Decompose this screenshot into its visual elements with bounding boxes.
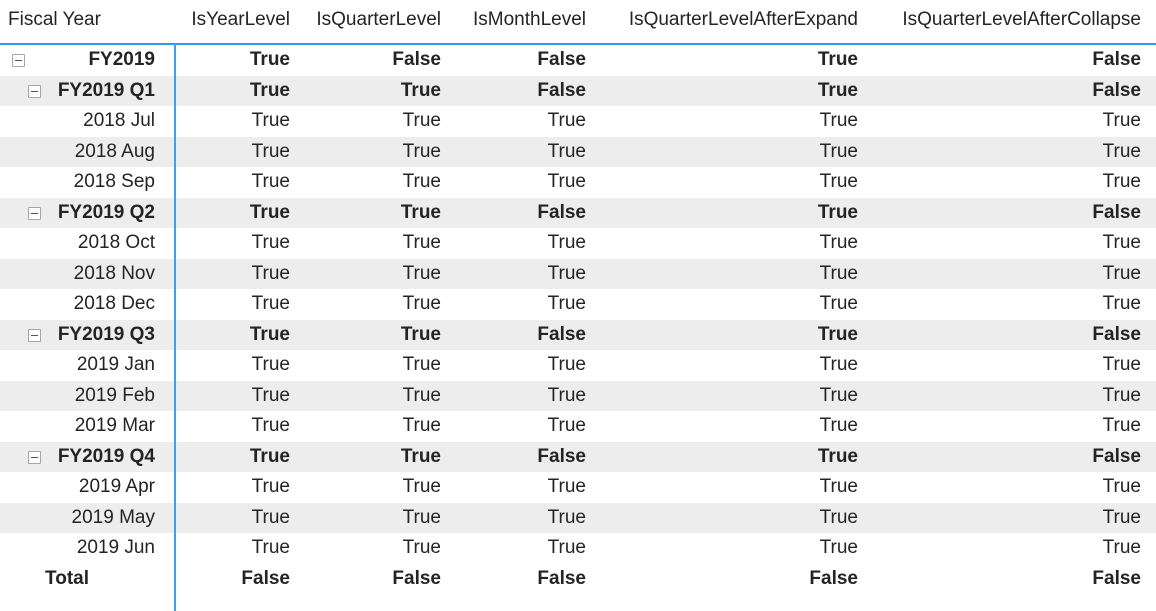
matrix-visual: Fiscal YearIsYearLevelIsQuarterLevelIsMo… bbox=[0, 0, 1156, 611]
cell-is_quarter_level_after_expand[interactable]: True bbox=[560, 442, 858, 473]
cell-is_quarter_level_after_collapse[interactable]: True bbox=[830, 289, 1141, 320]
cell-is_quarter_level_after_expand[interactable]: True bbox=[560, 106, 858, 137]
cell-is_quarter_level_after_expand[interactable]: True bbox=[560, 259, 858, 290]
cell-is_quarter_level_after_expand[interactable]: True bbox=[560, 503, 858, 534]
cell-is_quarter_level_after_expand[interactable]: True bbox=[560, 320, 858, 351]
cell-is_quarter_level_after_expand[interactable]: True bbox=[560, 137, 858, 168]
cell-is_quarter_level_after_collapse[interactable]: True bbox=[830, 503, 1141, 534]
cell-is_quarter_level_after_expand[interactable]: True bbox=[560, 533, 858, 564]
cell-is_quarter_level_after_collapse[interactable]: True bbox=[830, 167, 1141, 198]
cell-is_quarter_level_after_expand[interactable]: True bbox=[560, 289, 858, 320]
cell-is_quarter_level_after_collapse[interactable]: True bbox=[830, 137, 1141, 168]
cell-is_quarter_level_after_collapse[interactable]: True bbox=[830, 259, 1141, 290]
cell-is_quarter_level_after_expand[interactable]: True bbox=[560, 198, 858, 229]
column-header-is_quarter_level_after_collapse[interactable]: IsQuarterLevelAfterCollapse bbox=[830, 0, 1141, 45]
cell-is_quarter_level_after_expand[interactable]: True bbox=[560, 381, 858, 412]
cell-is_quarter_level_after_collapse[interactable]: True bbox=[830, 228, 1141, 259]
cell-is_quarter_level_after_collapse[interactable]: False bbox=[830, 564, 1141, 595]
cell-is_quarter_level_after_expand[interactable]: False bbox=[560, 564, 858, 595]
cell-is_quarter_level_after_collapse[interactable]: False bbox=[830, 76, 1141, 107]
row-header-label: Total bbox=[0, 564, 89, 595]
cell-is_quarter_level_after_collapse[interactable]: True bbox=[830, 350, 1141, 381]
cell-is_quarter_level_after_collapse[interactable]: True bbox=[830, 106, 1141, 137]
cell-is_quarter_level_after_collapse[interactable]: False bbox=[830, 320, 1141, 351]
cell-is_quarter_level_after_collapse[interactable]: True bbox=[830, 533, 1141, 564]
cell-is_quarter_level_after_expand[interactable]: True bbox=[560, 167, 858, 198]
cell-is_quarter_level_after_collapse[interactable]: False bbox=[830, 442, 1141, 473]
cell-is_quarter_level_after_collapse[interactable]: True bbox=[830, 472, 1141, 503]
table-header-row: Fiscal YearIsYearLevelIsQuarterLevelIsMo… bbox=[0, 0, 1156, 45]
row-header-divider bbox=[174, 44, 176, 611]
cell-is_quarter_level_after_collapse[interactable]: False bbox=[830, 198, 1141, 229]
column-header-is_quarter_level_after_expand[interactable]: IsQuarterLevelAfterExpand bbox=[560, 0, 858, 45]
cell-is_quarter_level_after_expand[interactable]: True bbox=[560, 228, 858, 259]
cell-is_quarter_level_after_expand[interactable]: True bbox=[560, 350, 858, 381]
cell-is_quarter_level_after_expand[interactable]: True bbox=[560, 76, 858, 107]
cell-is_quarter_level_after_collapse[interactable]: False bbox=[830, 45, 1141, 76]
cell-is_quarter_level_after_collapse[interactable]: True bbox=[830, 381, 1141, 412]
cell-is_quarter_level_after_collapse[interactable]: True bbox=[830, 411, 1141, 442]
cell-is_quarter_level_after_expand[interactable]: True bbox=[560, 472, 858, 503]
cell-is_quarter_level_after_expand[interactable]: True bbox=[560, 411, 858, 442]
cell-is_quarter_level_after_expand[interactable]: True bbox=[560, 45, 858, 76]
